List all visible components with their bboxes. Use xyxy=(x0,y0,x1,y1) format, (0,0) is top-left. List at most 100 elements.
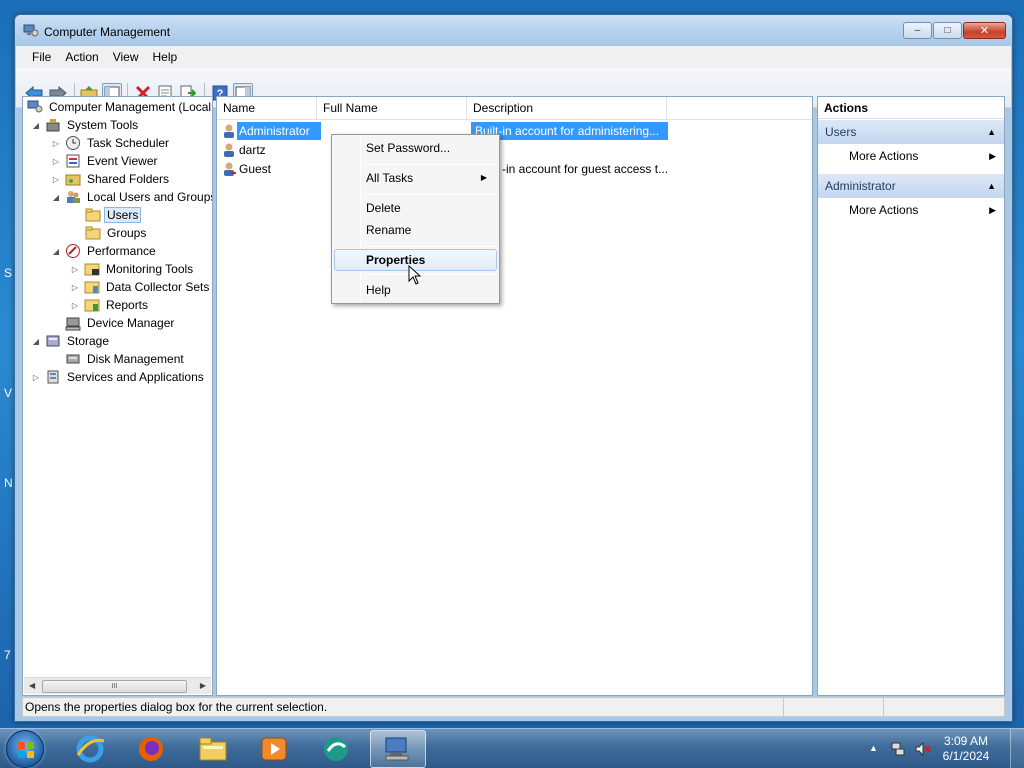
menu-view[interactable]: View xyxy=(106,50,146,64)
desktop-edge-glyph: S xyxy=(4,266,13,280)
disk-management-icon xyxy=(65,351,81,367)
collapse-up-icon[interactable]: ▲ xyxy=(987,174,996,198)
tree-item-users[interactable]: Users xyxy=(85,206,142,224)
list-header: Name Full Name Description xyxy=(217,97,812,120)
submenu-arrow-icon: ▶ xyxy=(989,205,996,215)
expand-arrow-icon[interactable]: ▷ xyxy=(31,373,41,382)
show-desktop-button[interactable] xyxy=(1010,729,1024,768)
taskbar-app-green[interactable] xyxy=(308,730,364,768)
actions-group-users[interactable]: Users ▲ xyxy=(818,120,1004,144)
user-description: -in account for guest access t... xyxy=(502,162,669,176)
collapse-arrow-icon[interactable]: ◢ xyxy=(31,121,41,130)
taskbar-file-explorer[interactable] xyxy=(185,730,241,768)
menu-item-delete[interactable]: Delete xyxy=(334,197,497,219)
folder-icon xyxy=(85,225,101,241)
collapse-up-icon[interactable]: ▲ xyxy=(987,120,996,144)
tree-horizontal-scrollbar[interactable]: ◀ III ▶ xyxy=(24,677,211,694)
column-header-description[interactable]: Description xyxy=(467,97,667,120)
taskbar-internet-explorer[interactable] xyxy=(62,730,118,768)
clock-icon xyxy=(65,135,81,151)
expand-arrow-icon[interactable]: ▷ xyxy=(70,265,80,274)
minimize-button[interactable]: – xyxy=(903,22,932,39)
collapse-arrow-icon[interactable]: ◢ xyxy=(31,337,41,346)
taskbar-media-player[interactable] xyxy=(246,730,302,768)
menu-item-all-tasks[interactable]: All Tasks ▶ xyxy=(334,167,497,189)
tree-item-monitoring-tools[interactable]: ▷ Monitoring Tools xyxy=(70,260,196,278)
collapse-arrow-icon[interactable]: ◢ xyxy=(51,193,61,202)
network-icon[interactable] xyxy=(890,741,906,760)
clock-date: 6/1/2024 xyxy=(942,749,990,763)
system-tools-icon xyxy=(45,117,61,133)
computer-management-icon xyxy=(23,24,39,38)
expand-arrow-icon[interactable]: ▷ xyxy=(70,283,80,292)
volume-muted-icon[interactable] xyxy=(914,741,932,760)
menu-help[interactable]: Help xyxy=(146,50,185,64)
users-more-actions[interactable]: More Actions ▶ xyxy=(818,145,1004,167)
tree-item-storage[interactable]: ◢ Storage xyxy=(31,332,112,350)
folder-icon xyxy=(199,737,227,761)
tree-item-disk-management[interactable]: Disk Management xyxy=(65,350,187,368)
menu-item-set-password[interactable]: Set Password... xyxy=(334,137,497,159)
close-icon: ✕ xyxy=(979,25,990,37)
performance-icon xyxy=(65,243,81,259)
maximize-button[interactable]: □ xyxy=(933,22,962,39)
menu-file[interactable]: File xyxy=(25,50,58,64)
mouse-pointer-icon xyxy=(408,264,422,288)
services-icon xyxy=(45,369,61,385)
table-row[interactable]: Administrator Built-in account for admin… xyxy=(221,122,811,140)
tree-item-reports[interactable]: ▷ Reports xyxy=(70,296,151,314)
internet-explorer-icon xyxy=(76,735,105,763)
column-header-full-name[interactable]: Full Name xyxy=(317,97,467,120)
scroll-grip: III xyxy=(111,683,118,690)
firefox-icon xyxy=(139,737,163,761)
maximize-icon: □ xyxy=(944,25,951,36)
tree-item-data-collector-sets[interactable]: ▷ Data Collector Sets xyxy=(70,278,212,296)
computer-management-icon xyxy=(385,737,409,761)
column-header-name[interactable]: Name xyxy=(217,97,317,120)
taskbar-firefox[interactable] xyxy=(123,730,179,768)
tree-item-computer-management[interactable]: Computer Management (Local xyxy=(27,98,212,116)
console-tree: Computer Management (Local ◢ System Tool… xyxy=(22,96,213,696)
system-clock[interactable]: 3:09 AM 6/1/2024 xyxy=(936,734,996,764)
computer-management-icon xyxy=(27,99,43,115)
collapse-arrow-icon[interactable]: ◢ xyxy=(51,247,61,256)
tree-item-shared-folders[interactable]: ▷ Shared Folders xyxy=(51,170,172,188)
scrollbar-thumb[interactable]: III xyxy=(42,680,187,693)
menu-action[interactable]: Action xyxy=(58,50,105,64)
tree-item-performance[interactable]: ◢ Performance xyxy=(51,242,159,260)
close-button[interactable]: ✕ xyxy=(963,22,1006,39)
users-list: Name Full Name Description Administrator… xyxy=(216,96,813,696)
show-hidden-icons-icon[interactable]: ▲ xyxy=(869,743,878,753)
tree-item-device-manager[interactable]: Device Manager xyxy=(65,314,177,332)
menu-item-rename[interactable]: Rename xyxy=(334,219,497,241)
expand-arrow-icon[interactable]: ▷ xyxy=(70,301,80,310)
title-bar[interactable]: Computer Management – □ ✕ xyxy=(15,15,1012,47)
clock-time: 3:09 AM xyxy=(943,734,989,748)
tree-item-task-scheduler[interactable]: ▷ Task Scheduler xyxy=(51,134,172,152)
tree-item-services-applications[interactable]: ▷ Services and Applications xyxy=(31,368,207,386)
tree-item-system-tools[interactable]: ◢ System Tools xyxy=(31,116,141,134)
device-manager-icon xyxy=(65,315,81,331)
administrator-more-actions[interactable]: More Actions ▶ xyxy=(818,199,1004,221)
user-name: Administrator xyxy=(239,124,310,138)
expand-arrow-icon[interactable]: ▷ xyxy=(51,139,61,148)
user-name: dartz xyxy=(239,143,266,157)
start-button[interactable] xyxy=(6,730,44,768)
taskbar-computer-management[interactable] xyxy=(370,730,426,768)
taskbar: ▲ 3:09 AM 6/1/2024 xyxy=(0,728,1024,768)
monitoring-folder-icon xyxy=(84,261,100,277)
desktop-edge-glyph: 7 xyxy=(4,648,11,662)
status-text: Opens the properties dialog box for the … xyxy=(25,700,328,714)
scroll-right-icon[interactable]: ▶ xyxy=(200,681,206,690)
tree-item-local-users-groups[interactable]: ◢ Local Users and Groups xyxy=(51,188,212,206)
scroll-left-icon[interactable]: ◀ xyxy=(29,681,35,690)
reports-folder-icon xyxy=(84,297,100,313)
actions-group-administrator[interactable]: Administrator ▲ xyxy=(818,174,1004,198)
table-row[interactable]: dartz xyxy=(221,141,266,159)
tree-item-groups[interactable]: Groups xyxy=(85,224,149,242)
expand-arrow-icon[interactable]: ▷ xyxy=(51,175,61,184)
table-row[interactable]: Guest -in account for guest access t... xyxy=(221,160,811,178)
user-name: Guest xyxy=(239,162,272,176)
tree-item-event-viewer[interactable]: ▷ Event Viewer xyxy=(51,152,160,170)
expand-arrow-icon[interactable]: ▷ xyxy=(51,157,61,166)
